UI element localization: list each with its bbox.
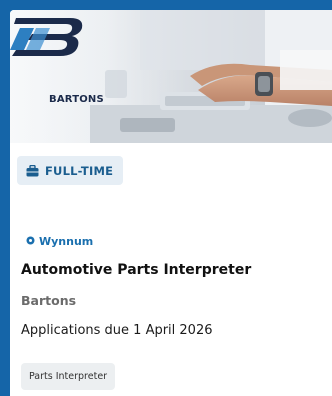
employment-type-label: FULL-TIME bbox=[45, 163, 114, 178]
company-logo-text: BARTONS bbox=[49, 94, 104, 105]
job-title[interactable]: Automotive Parts Interpreter bbox=[21, 262, 251, 278]
job-banner-image: BARTONS bbox=[10, 10, 332, 143]
job-tag: Parts Interpreter bbox=[21, 363, 116, 390]
job-location: Wynnum bbox=[26, 232, 93, 250]
job-card[interactable]: BARTONS FULL-TIME Wynnum Automotive Part… bbox=[10, 10, 332, 396]
location-pin-icon bbox=[26, 232, 35, 250]
company-name: Bartons bbox=[21, 293, 77, 308]
employment-type-badge: FULL-TIME bbox=[17, 156, 124, 185]
location-label: Wynnum bbox=[39, 234, 94, 248]
job-tag-label: Parts Interpreter bbox=[29, 371, 108, 382]
bartons-logo-icon bbox=[10, 18, 83, 56]
applications-due-date: Applications due 1 April 2026 bbox=[21, 323, 213, 338]
briefcase-icon bbox=[26, 164, 39, 177]
